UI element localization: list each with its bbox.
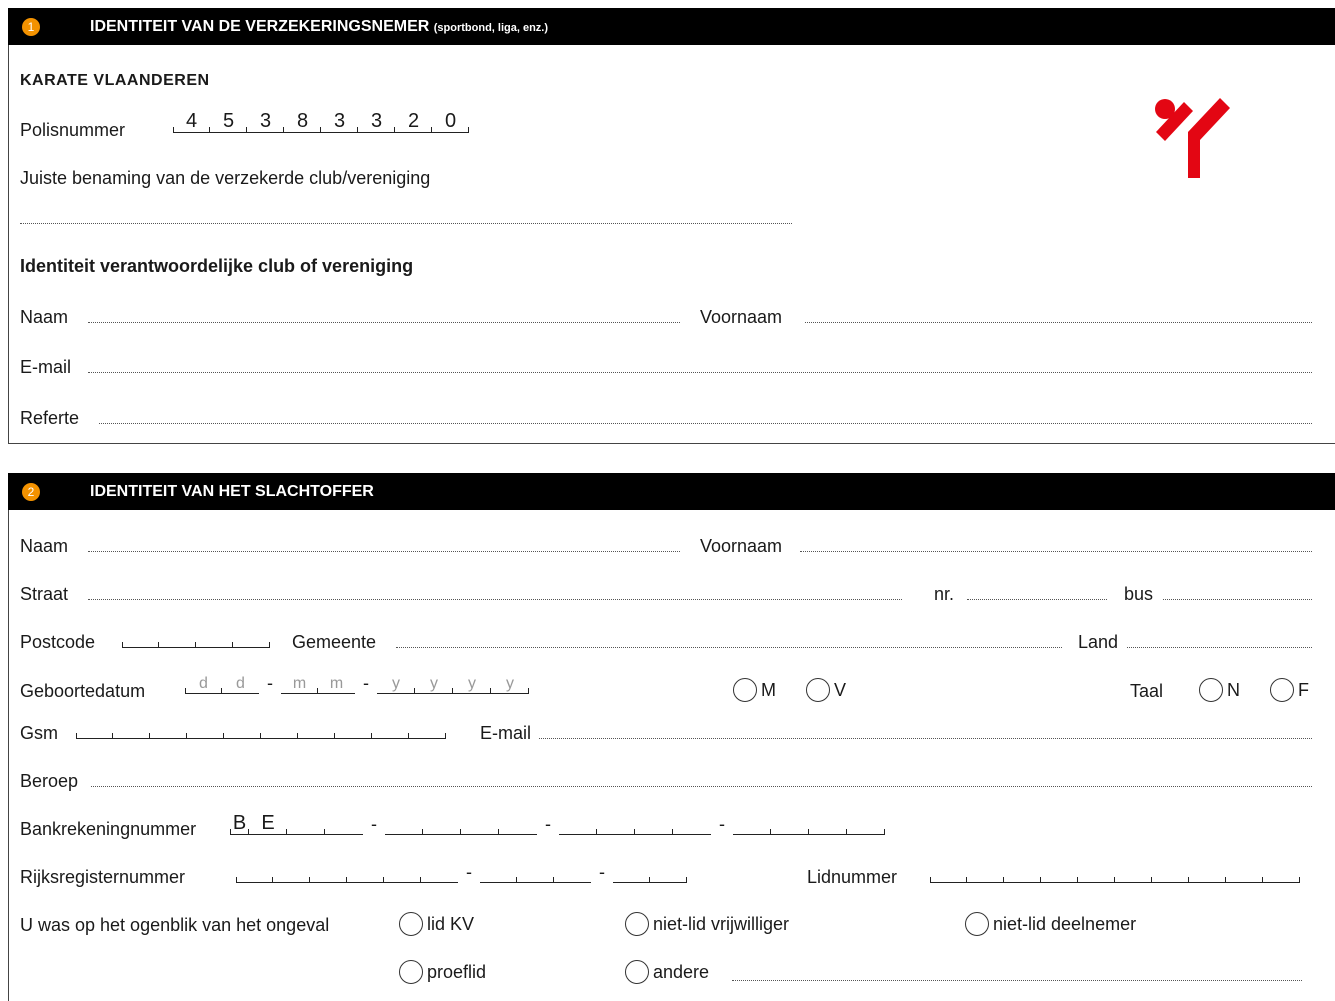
naam-label: Naam: [20, 307, 69, 327]
birthdate-field[interactable]: d d - m m - y y y y: [185, 671, 529, 694]
policy-digit: 3: [320, 110, 358, 133]
bus-label: bus: [1124, 584, 1154, 604]
niet-lid-deelnemer-radio[interactable]: niet-lid deelnemer: [965, 912, 1136, 936]
email-label: E-mail: [20, 357, 72, 377]
club-name-field[interactable]: [20, 223, 792, 224]
section-2-header: 2 IDENTITEIT VAN HET SLACHTOFFER: [8, 473, 1335, 510]
andere-radio[interactable]: andere: [625, 960, 709, 984]
taal-f-radio[interactable]: F: [1270, 678, 1309, 702]
radio-circle-icon: [399, 960, 423, 984]
victim-naam-label: Naam: [20, 536, 69, 556]
bank-label: Bankrekeningnummer: [20, 819, 197, 839]
referte-field[interactable]: [99, 423, 1312, 424]
policy-digit: 5: [209, 110, 247, 133]
section-title: IDENTITEIT VAN DE VERZEKERINGSNEMER (spo…: [90, 18, 549, 35]
straat-field[interactable]: [88, 599, 902, 600]
lidnummer-field[interactable]: [930, 860, 1300, 883]
radio-circle-icon: [733, 678, 757, 702]
radio-circle-icon: [625, 960, 649, 984]
responsible-heading: Identiteit verantwoordelijke club of ver…: [20, 256, 414, 276]
radio-circle-icon: [399, 912, 423, 936]
radio-circle-icon: [625, 912, 649, 936]
victim-naam-field[interactable]: [88, 551, 680, 552]
policy-digit: 2: [394, 110, 432, 133]
section-number-badge: 1: [22, 18, 40, 36]
bus-field[interactable]: [1163, 599, 1312, 600]
victim-voornaam-field[interactable]: [800, 551, 1312, 552]
org-name: KARATE VLAANDEREN: [20, 72, 210, 89]
straat-label: Straat: [20, 584, 69, 604]
section-title: IDENTITEIT VAN HET SLACHTOFFER: [90, 483, 374, 500]
bank-prefix-char: B: [230, 812, 249, 835]
gemeente-field[interactable]: [396, 647, 1062, 648]
policy-label: Polisnummer: [20, 120, 126, 140]
taal-n-radio[interactable]: N: [1199, 678, 1240, 702]
nr-field[interactable]: [967, 599, 1107, 600]
gender-m-radio[interactable]: M: [733, 678, 776, 702]
policy-digit: 4: [173, 110, 210, 133]
land-field[interactable]: [1127, 647, 1312, 648]
bank-account-field[interactable]: B E - - -: [230, 812, 885, 835]
policy-number-field[interactable]: 4 5 3 8 3 3 2 0: [173, 110, 469, 133]
policy-digit: 3: [357, 110, 395, 133]
club-name-label: Juiste benaming van de verzekerde club/v…: [20, 168, 431, 188]
karate-vlaanderen-logo-icon: [1155, 98, 1230, 178]
policy-digit: 0: [431, 110, 469, 133]
policy-digit: 3: [246, 110, 284, 133]
geboortedatum-label: Geboortedatum: [20, 681, 146, 701]
proeflid-radio[interactable]: proeflid: [399, 960, 486, 984]
radio-circle-icon: [806, 678, 830, 702]
victim-voornaam-label: Voornaam: [700, 536, 783, 556]
section-number-badge: 2: [22, 483, 40, 501]
beroep-label: Beroep: [20, 771, 79, 791]
beroep-field[interactable]: [91, 786, 1312, 787]
postcode-field[interactable]: [122, 625, 270, 648]
section-1-body: [8, 45, 1335, 444]
victim-email-label: E-mail: [480, 723, 532, 743]
radio-circle-icon: [1199, 678, 1223, 702]
niet-lid-vrijwilliger-radio[interactable]: niet-lid vrijwilliger: [625, 912, 789, 936]
land-label: Land: [1078, 632, 1119, 652]
rijksregister-label: Rijksregisternummer: [20, 867, 186, 887]
status-question: U was op het ogenblik van het ongeval: [20, 915, 330, 935]
lidnummer-label: Lidnummer: [807, 867, 898, 887]
voornaam-label: Voornaam: [700, 307, 783, 327]
radio-circle-icon: [1270, 678, 1294, 702]
gender-v-radio[interactable]: V: [806, 678, 846, 702]
section-1-header: 1 IDENTITEIT VAN DE VERZEKERINGSNEMER (s…: [8, 8, 1335, 45]
email-field[interactable]: [88, 372, 1312, 373]
policy-digit: 8: [283, 110, 321, 133]
radio-circle-icon: [965, 912, 989, 936]
naam-field[interactable]: [88, 322, 680, 323]
voornaam-field[interactable]: [805, 322, 1312, 323]
postcode-label: Postcode: [20, 632, 96, 652]
lid-kv-radio[interactable]: lid KV: [399, 912, 474, 936]
taal-label: Taal: [1130, 681, 1164, 701]
gsm-label: Gsm: [20, 723, 58, 743]
bank-prefix-char: E: [248, 812, 287, 835]
gemeente-label: Gemeente: [292, 632, 377, 652]
victim-email-field[interactable]: [539, 738, 1312, 739]
rijksregister-field[interactable]: - -: [236, 860, 687, 883]
nr-label: nr.: [934, 584, 955, 604]
andere-field[interactable]: [732, 980, 1302, 981]
referte-label: Referte: [20, 408, 80, 428]
gsm-field[interactable]: [76, 716, 446, 739]
